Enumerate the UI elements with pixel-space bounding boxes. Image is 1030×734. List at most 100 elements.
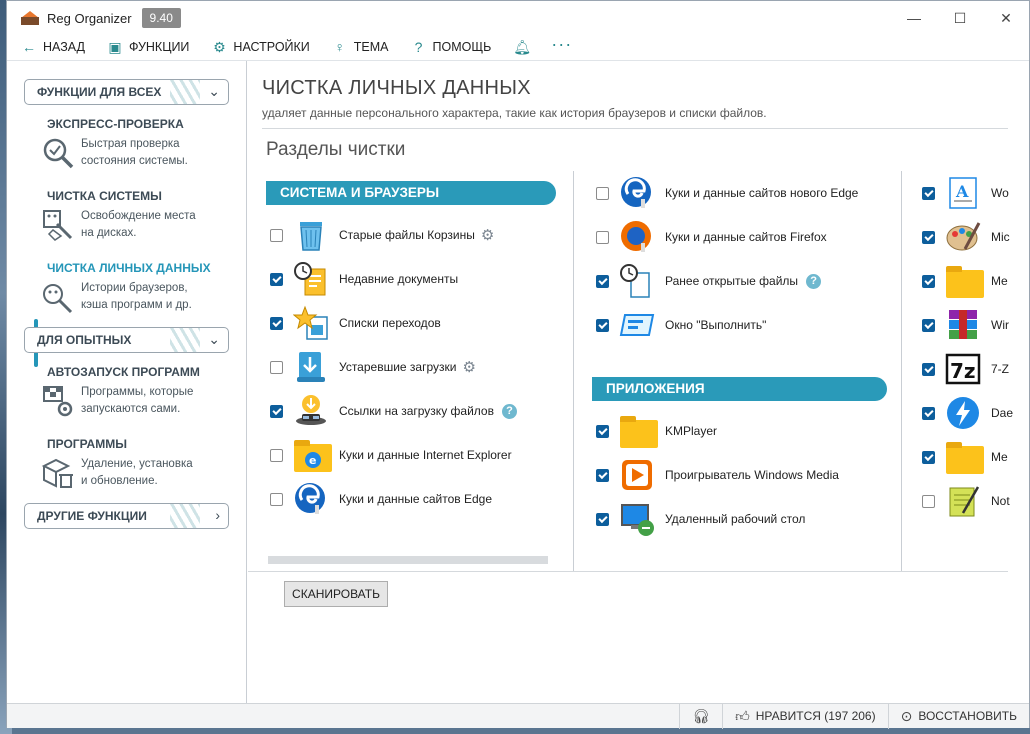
firefox-cookie-icon: [619, 219, 655, 255]
more-button[interactable]: ···: [551, 34, 572, 55]
list-item[interactable]: Me: [922, 437, 1029, 477]
checkbox-download-links[interactable]: [270, 404, 283, 418]
functions-menu[interactable]: ▣ ФУНКЦИИ: [107, 39, 189, 56]
close-button[interactable]: ✕: [983, 1, 1029, 35]
checkbox-previously-opened[interactable]: [596, 274, 609, 288]
item-label: Куки и данные Internet Explorer: [339, 448, 512, 462]
scan-button[interactable]: СКАНИРОВАТЬ: [284, 581, 388, 607]
checkbox-run-dialog[interactable]: [596, 318, 609, 332]
svg-text:7z: 7z: [950, 359, 976, 383]
back-button[interactable]: ← НАЗАД: [21, 39, 85, 55]
sidebar-item-system-cleanup[interactable]: ЧИСТКА СИСТЕМЫ Освобождение места на дис…: [43, 189, 237, 242]
restore-label: ВОССТАНОВИТЬ: [918, 709, 1017, 723]
checkbox-winrar[interactable]: [922, 318, 935, 332]
nav-desc-line: запускаются сами.: [81, 403, 181, 415]
list-item[interactable]: Недавние документы: [270, 259, 458, 299]
checkbox-edge-cookies[interactable]: [270, 492, 283, 506]
bulb-icon: ♀: [334, 39, 346, 55]
lightning-disc-icon: [945, 395, 981, 431]
sidebar-item-programs[interactable]: ПРОГРАММЫ Удаление, установка и обновлен…: [41, 437, 237, 490]
list-item[interactable]: Окно "Выполнить": [596, 305, 766, 345]
checkbox-jump-lists[interactable]: [270, 316, 283, 330]
group-advanced[interactable]: ДЛЯ ОПЫТНЫХ ⌄: [24, 327, 229, 353]
list-item[interactable]: KMPlayer: [596, 411, 717, 451]
checkbox-media-folder[interactable]: [922, 274, 935, 288]
chevron-down-icon: ⌄: [208, 83, 220, 99]
maximize-button[interactable]: ☐: [937, 1, 983, 35]
gear-icon[interactable]: ⚙: [481, 226, 494, 244]
column-divider: [901, 171, 902, 571]
theme-menu[interactable]: ♀ ТЕМА: [332, 39, 389, 55]
checkbox-remote-desktop[interactable]: [596, 512, 609, 526]
nav-desc-line: на дисках.: [81, 227, 137, 239]
group-all-label: ФУНКЦИИ ДЛЯ ВСЕХ: [37, 85, 162, 99]
question-help-icon[interactable]: ?: [806, 273, 822, 289]
settings-menu[interactable]: ⚙ НАСТРОЙКИ: [211, 38, 310, 56]
gear-icon: ⚙: [213, 38, 226, 55]
list-item[interactable]: Mic: [922, 217, 1029, 257]
list-item[interactable]: Wir: [922, 305, 1029, 345]
item-label: Устаревшие загрузки: [339, 360, 457, 374]
list-item[interactable]: Списки переходов: [270, 303, 441, 343]
gear-icon[interactable]: ⚙: [462, 358, 475, 376]
list-item[interactable]: Куки и данные сайтов Firefox: [596, 217, 827, 257]
status-bar: 🎧︎ 👍︎ НРАВИТСЯ (197 206) ⊙ ВОССТАНОВИТЬ: [7, 703, 1029, 729]
checkbox-kmplayer[interactable]: [596, 424, 609, 438]
checkbox-windows-media[interactable]: [596, 468, 609, 482]
list-item[interactable]: A Wo: [922, 173, 1029, 213]
restore-button[interactable]: ⊙ ВОССТАНОВИТЬ: [887, 703, 1029, 729]
sidebar-item-autorun[interactable]: АВТОЗАПУСК ПРОГРАММ Программы, которые з…: [43, 365, 237, 418]
list-item[interactable]: Куки и данные сайтов нового Edge: [596, 173, 858, 213]
svg-text:A: A: [955, 182, 969, 201]
minimize-button[interactable]: —: [891, 1, 937, 35]
checkbox-paint[interactable]: [922, 230, 935, 244]
like-button[interactable]: 👍︎ НРАВИТСЯ (197 206): [722, 703, 888, 729]
list-item[interactable]: e Куки и данные Internet Explorer: [270, 435, 512, 475]
checkbox-firefox-cookies[interactable]: [596, 230, 609, 244]
checkbox-recent-documents[interactable]: [270, 272, 283, 286]
stripes-decoration: [170, 328, 200, 352]
checkbox-ie-cookies[interactable]: [270, 448, 283, 462]
sidebar-item-express-check[interactable]: ЭКСПРЕСС-ПРОВЕРКА Быстрая проверка состо…: [43, 117, 237, 170]
nav-desc-line: Быстрая проверка: [81, 138, 180, 150]
support-button[interactable]: 🎧︎: [679, 703, 722, 729]
group-other-functions[interactable]: ДРУГИЕ ФУНКЦИИ ›: [24, 503, 229, 529]
restore-icon: ⊙: [900, 707, 913, 724]
horizontal-scrollbar[interactable]: [268, 556, 548, 564]
list-item[interactable]: Ссылки на загрузку файлов ?: [270, 391, 517, 431]
list-item[interactable]: Me: [922, 261, 1029, 301]
checkbox-recycle-bin[interactable]: [270, 228, 283, 242]
list-item[interactable]: Ранее открытые файлы ?: [596, 261, 822, 301]
checkbox-7zip[interactable]: [922, 362, 935, 376]
list-item[interactable]: 7z 7-Z: [922, 349, 1029, 389]
folder-icon: [945, 263, 984, 299]
list-item[interactable]: Удаленный рабочий стол: [596, 499, 805, 539]
list-item[interactable]: Старые файлы Корзины ⚙: [270, 215, 494, 255]
help-menu[interactable]: ? ПОМОЩЬ: [411, 39, 492, 55]
recycle-bin-icon: [293, 217, 329, 253]
run-dialog-icon: [619, 307, 655, 343]
item-label: Wir: [991, 318, 1009, 332]
checkbox-notepad[interactable]: [922, 494, 935, 508]
checkbox-old-downloads[interactable]: [270, 360, 283, 374]
checkbox-daemon-tools[interactable]: [922, 406, 935, 420]
list-item[interactable]: Not: [922, 481, 1029, 521]
list-item[interactable]: Проигрыватель Windows Media: [596, 455, 839, 495]
list-item[interactable]: Куки и данные сайтов Edge: [270, 479, 492, 519]
question-help-icon[interactable]: ?: [501, 403, 517, 419]
stripes-decoration: [170, 504, 200, 528]
checkbox-new-edge-cookies[interactable]: [596, 186, 609, 200]
item-label: Wo: [991, 186, 1009, 200]
checkbox-wordpad[interactable]: [922, 186, 935, 200]
item-label: Ссылки на загрузку файлов: [339, 404, 494, 418]
item-label: Списки переходов: [339, 316, 441, 330]
list-item[interactable]: Dae: [922, 393, 1029, 433]
svg-text:e: e: [309, 454, 316, 467]
sidebar: ФУНКЦИИ ДЛЯ ВСЕХ ⌄ ЭКСПРЕСС-ПРОВЕРКА Быс…: [7, 61, 247, 703]
sidebar-item-privacy-cleanup[interactable]: ЧИСТКА ЛИЧНЫХ ДАННЫХ Истории браузеров, …: [43, 261, 237, 314]
menu-bar: ← НАЗАД ▣ ФУНКЦИИ ⚙ НАСТРОЙКИ ♀ ТЕМА ? П…: [7, 34, 1029, 59]
group-all-functions[interactable]: ФУНКЦИИ ДЛЯ ВСЕХ ⌄: [24, 79, 229, 105]
list-item[interactable]: Устаревшие загрузки ⚙: [270, 347, 476, 387]
checkbox-media-folder-2[interactable]: [922, 450, 935, 464]
notifications-button[interactable]: 🔔︎: [513, 39, 531, 56]
